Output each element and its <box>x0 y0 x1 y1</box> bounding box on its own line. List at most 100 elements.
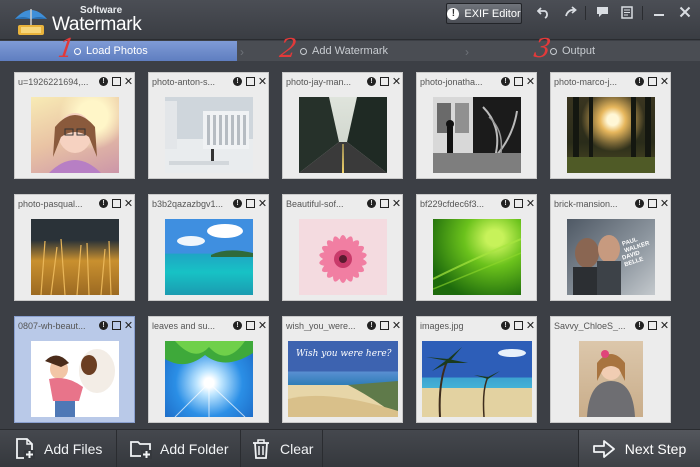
photo-thumbnail <box>433 97 521 173</box>
next-step-button[interactable]: Next Step <box>578 430 700 467</box>
info-icon[interactable]: ! <box>635 77 644 86</box>
card-header: Beautiful-sof... ! ✕ <box>283 195 402 213</box>
toolbar-separator <box>585 6 586 20</box>
maximize-icon[interactable] <box>514 321 523 330</box>
info-icon[interactable]: ! <box>367 321 376 330</box>
register-icon[interactable] <box>616 3 638 21</box>
add-folder-button[interactable]: Add Folder <box>130 430 228 467</box>
clear-label: Clear <box>280 441 314 457</box>
maximize-icon[interactable] <box>246 77 255 86</box>
exclamation-icon: ! <box>447 7 460 20</box>
info-icon[interactable]: ! <box>233 321 242 330</box>
photo-card[interactable]: images.jpg ! ✕ <box>416 316 537 423</box>
close-icon[interactable]: ✕ <box>258 76 267 88</box>
card-header: photo-anton-s... ! ✕ <box>149 73 268 91</box>
maximize-icon[interactable] <box>514 199 523 208</box>
info-icon[interactable]: ! <box>501 77 510 86</box>
close-icon[interactable]: ✕ <box>660 76 669 88</box>
step-load-photos[interactable]: Load Photos <box>0 41 237 61</box>
info-icon[interactable]: ! <box>233 77 242 86</box>
photo-card[interactable]: Beautiful-sof... ! ✕ <box>282 194 403 301</box>
umbrella-logo-icon <box>15 9 47 35</box>
maximize-icon[interactable] <box>514 77 523 86</box>
photo-filename: photo-marco-j... <box>554 77 618 87</box>
photo-filename: brick-mansion... <box>554 199 618 209</box>
info-icon[interactable]: ! <box>635 321 644 330</box>
photo-card-selected[interactable]: 0807-wh-beaut... ! ✕ <box>14 316 135 423</box>
info-icon[interactable]: ! <box>635 199 644 208</box>
photo-filename: 0807-wh-beaut... <box>18 321 86 331</box>
photo-card[interactable]: b3b2qazazbgv1... ! ✕ <box>148 194 269 301</box>
photo-card[interactable]: photo-jay-man... ! ✕ <box>282 72 403 179</box>
photo-filename: wish_you_were... <box>286 321 356 331</box>
maximize-icon[interactable] <box>648 321 657 330</box>
feedback-icon[interactable] <box>591 3 613 21</box>
close-icon[interactable]: ✕ <box>526 320 535 332</box>
info-icon[interactable]: ! <box>367 77 376 86</box>
info-icon[interactable]: ! <box>367 199 376 208</box>
info-icon[interactable]: ! <box>99 321 108 330</box>
card-header: brick-mansion... ! ✕ <box>551 195 670 213</box>
info-icon[interactable]: ! <box>501 321 510 330</box>
card-header: leaves and su... ! ✕ <box>149 317 268 335</box>
undo-icon[interactable] <box>533 3 555 21</box>
info-icon[interactable]: ! <box>501 199 510 208</box>
maximize-icon[interactable] <box>112 321 121 330</box>
close-icon[interactable]: ✕ <box>258 320 267 332</box>
photo-thumbnail <box>31 341 119 417</box>
photo-card[interactable]: wish_you_were... ! ✕ Wish you were here? <box>282 316 403 423</box>
close-icon[interactable]: ✕ <box>660 320 669 332</box>
card-header: bf229cfdec6f3... ! ✕ <box>417 195 536 213</box>
photo-thumbnail <box>31 219 119 295</box>
maximize-icon[interactable] <box>112 77 121 86</box>
close-icon[interactable]: ✕ <box>526 76 535 88</box>
close-icon[interactable]: ✕ <box>526 198 535 210</box>
photo-filename: photo-pasqual... <box>18 199 83 209</box>
maximize-icon[interactable] <box>112 199 121 208</box>
close-icon[interactable]: ✕ <box>392 198 401 210</box>
maximize-icon[interactable] <box>380 321 389 330</box>
photo-thumbnail <box>299 97 387 173</box>
photo-card[interactable]: leaves and su... ! ✕ <box>148 316 269 423</box>
minimize-icon[interactable] <box>648 3 670 21</box>
close-icon[interactable]: ✕ <box>124 198 133 210</box>
photo-card[interactable]: photo-jonatha... ! ✕ <box>416 72 537 179</box>
step-output[interactable]: Output <box>550 41 595 61</box>
maximize-icon[interactable] <box>648 199 657 208</box>
close-icon[interactable]: ✕ <box>124 76 133 88</box>
step-add-watermark[interactable]: Add Watermark <box>300 41 388 61</box>
maximize-icon[interactable] <box>246 199 255 208</box>
photo-card[interactable]: photo-pasqual... ! ✕ <box>14 194 135 301</box>
photo-thumbnail <box>433 219 521 295</box>
photo-filename: photo-anton-s... <box>152 77 216 87</box>
close-icon[interactable]: ✕ <box>392 76 401 88</box>
photo-card[interactable]: Savvy_ChloeS_... ! ✕ <box>550 316 671 423</box>
maximize-icon[interactable] <box>380 199 389 208</box>
photo-thumbnail <box>579 341 643 417</box>
maximize-icon[interactable] <box>246 321 255 330</box>
card-header: photo-jonatha... ! ✕ <box>417 73 536 91</box>
maximize-icon[interactable] <box>648 77 657 86</box>
maximize-icon[interactable] <box>380 77 389 86</box>
arrow-right-icon <box>592 440 615 458</box>
steps-bar: Load Photos › Add Watermark › Output <box>0 41 700 61</box>
close-icon[interactable]: ✕ <box>258 198 267 210</box>
info-icon[interactable]: ! <box>99 199 108 208</box>
photo-card[interactable]: photo-marco-j... ! ✕ <box>550 72 671 179</box>
add-files-button[interactable]: Add Files <box>14 430 102 467</box>
info-icon[interactable]: ! <box>233 199 242 208</box>
close-icon[interactable]: ✕ <box>392 320 401 332</box>
info-icon[interactable]: ! <box>99 77 108 86</box>
photo-card[interactable]: photo-anton-s... ! ✕ <box>148 72 269 179</box>
exif-editor-button[interactable]: ! EXIF Editor <box>446 3 522 24</box>
photo-card[interactable]: u=1926221694,... ! ✕ <box>14 72 135 179</box>
title-bar: Software Watermark ! EXIF Editor <box>0 0 700 40</box>
clear-button[interactable]: Clear <box>250 430 313 467</box>
step-label: Load Photos <box>86 45 148 57</box>
close-icon[interactable]: ✕ <box>660 198 669 210</box>
photo-card[interactable]: bf229cfdec6f3... ! ✕ <box>416 194 537 301</box>
redo-icon[interactable] <box>560 3 582 21</box>
photo-card[interactable]: brick-mansion... ! ✕ PAUL WALKER DAVID B… <box>550 194 671 301</box>
close-icon[interactable]: ✕ <box>124 320 133 332</box>
close-icon[interactable] <box>674 3 696 21</box>
